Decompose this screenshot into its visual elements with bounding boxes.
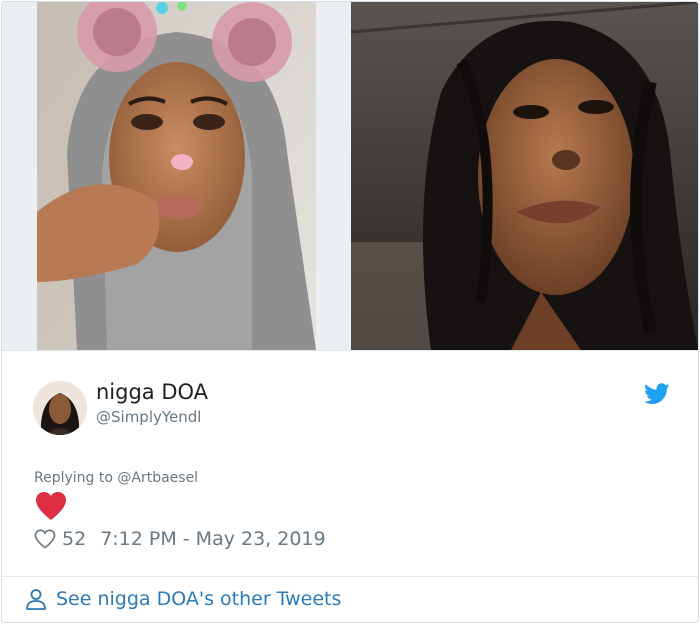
selfie-portrait-image xyxy=(351,2,698,350)
tweet-media xyxy=(2,2,698,350)
tweet-photo-1[interactable] xyxy=(37,2,316,350)
author-display-name[interactable]: nigga DOA xyxy=(96,380,208,404)
tweet-photo-2[interactable] xyxy=(351,2,698,350)
author-avatar[interactable] xyxy=(33,381,87,435)
see-other-tweets-link[interactable]: See nigga DOA's other Tweets xyxy=(24,587,341,611)
see-other-tweets-label: See nigga DOA's other Tweets xyxy=(56,588,342,610)
twitter-bird-icon[interactable] xyxy=(644,383,670,405)
author-handle[interactable]: @SimplyYendl xyxy=(96,408,201,426)
person-icon xyxy=(26,589,46,610)
media-divider xyxy=(2,350,698,351)
like-heart-icon[interactable] xyxy=(34,529,56,549)
footer-divider xyxy=(2,576,698,577)
tweet-meta: 52 7:12 PM - May 23, 2019 xyxy=(34,526,326,552)
like-count[interactable]: 52 xyxy=(62,528,86,550)
embedded-tweet-card: nigga DOA @SimplyYendl Replying to @Artb… xyxy=(1,1,699,623)
tweet-timestamp[interactable]: 7:12 PM - May 23, 2019 xyxy=(100,528,325,550)
selfie-bear-filter-image xyxy=(37,2,316,350)
heart-emoji xyxy=(36,492,66,520)
replying-to-text[interactable]: Replying to @Artbaesel xyxy=(34,470,198,486)
avatar-photo xyxy=(33,381,87,435)
